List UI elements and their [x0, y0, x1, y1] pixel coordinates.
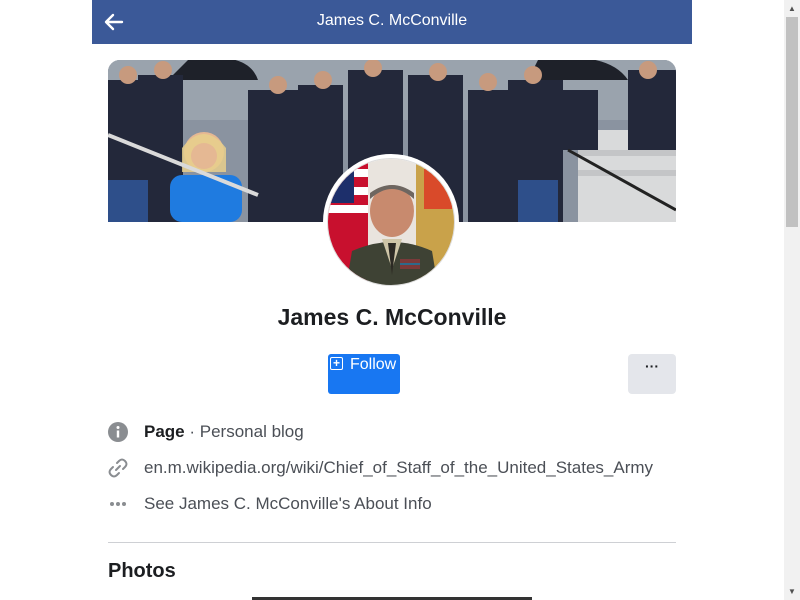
- ellipsis-icon: [110, 502, 126, 506]
- avatar-image: [328, 159, 454, 285]
- page-type-label: Page: [144, 422, 185, 441]
- scroll-up-arrow-icon[interactable]: ▲: [784, 0, 800, 17]
- website-link[interactable]: en.m.wikipedia.org/wiki/Chief_of_Staff_o…: [144, 458, 653, 478]
- plus-icon: +: [330, 357, 343, 370]
- info-icon: [108, 422, 128, 442]
- section-divider: [108, 542, 676, 543]
- profile-name: James C. McConville: [277, 304, 507, 330]
- follow-button[interactable]: + Follow: [328, 354, 400, 394]
- vertical-scrollbar[interactable]: ▲ ▼: [784, 0, 800, 600]
- info-row-about[interactable]: See James C. McConville's About Info: [108, 492, 676, 516]
- info-row-category: Page · Personal blog: [108, 420, 676, 444]
- page-viewport: James C. McConville James C. McConville …: [0, 0, 784, 600]
- follow-label: Follow: [350, 356, 397, 373]
- info-separator: ·: [184, 422, 200, 441]
- more-options-label: ···: [645, 358, 659, 374]
- page-title: James C. McConville: [316, 12, 468, 29]
- photos-section-title: Photos: [108, 560, 176, 582]
- scroll-down-arrow-icon[interactable]: ▼: [784, 583, 800, 600]
- top-navigation-bar: James C. McConville: [92, 0, 692, 44]
- link-icon: [108, 458, 128, 478]
- profile-picture[interactable]: [323, 154, 459, 290]
- info-row-website[interactable]: en.m.wikipedia.org/wiki/Chief_of_Staff_o…: [108, 456, 676, 480]
- page-category: Personal blog: [199, 422, 304, 441]
- more-options-button[interactable]: ···: [628, 354, 676, 394]
- about-info-link[interactable]: See James C. McConville's About Info: [144, 494, 432, 514]
- scroll-thumb[interactable]: [786, 17, 798, 227]
